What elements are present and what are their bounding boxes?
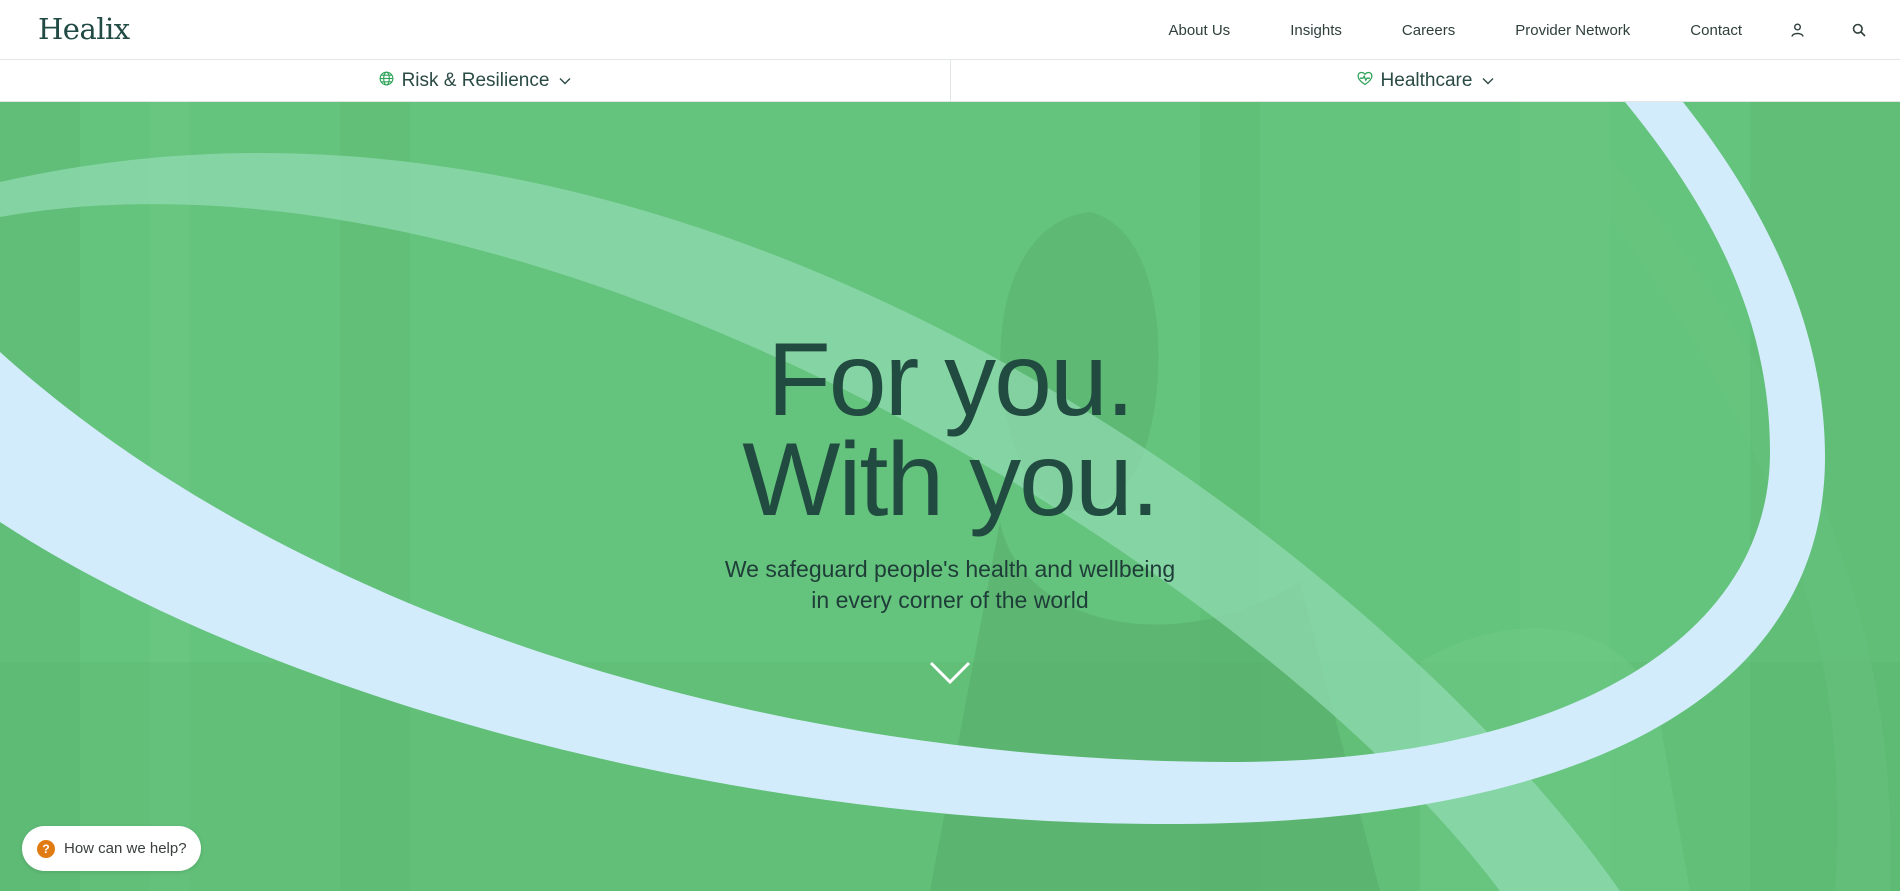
help-chat-label: How can we help? xyxy=(64,840,187,857)
search-icon[interactable] xyxy=(1852,23,1866,37)
hero-headline: For you. With you. xyxy=(0,322,1900,538)
nav-link-careers[interactable]: Careers xyxy=(1402,22,1455,39)
risk-resilience-label: Risk & Resilience xyxy=(401,69,550,91)
headline-line-2: With you. xyxy=(742,422,1159,538)
hero-subheadline: We safeguard people's health and wellbei… xyxy=(0,554,1900,616)
subheadline-line-1: We safeguard people's health and wellbei… xyxy=(724,556,1176,582)
headline-line-1: For you. xyxy=(767,322,1134,438)
risk-resilience-dropdown[interactable]: Risk & Resilience xyxy=(0,60,950,101)
help-chat-button[interactable]: ? How can we help? xyxy=(22,826,201,871)
chevron-down-icon xyxy=(1482,72,1494,90)
top-navigation-bar: Healix About Us Insights Careers Provide… xyxy=(0,0,1900,60)
scroll-down-chevron-icon[interactable] xyxy=(929,660,971,686)
healix-logo[interactable]: Healix xyxy=(38,12,130,46)
chevron-down-icon xyxy=(559,72,571,90)
hero-content: For you. With you. We safeguard people's… xyxy=(0,322,1900,616)
nav-link-insights[interactable]: Insights xyxy=(1290,22,1342,39)
nav-link-about-us[interactable]: About Us xyxy=(1168,22,1230,39)
heart-pulse-icon xyxy=(1357,71,1373,91)
healthcare-label: Healthcare xyxy=(1380,69,1473,91)
hero-banner: For you. With you. We safeguard people's… xyxy=(0,102,1900,891)
nav-link-contact[interactable]: Contact xyxy=(1690,22,1742,39)
user-icon[interactable] xyxy=(1790,23,1804,37)
healthcare-dropdown[interactable]: Healthcare xyxy=(950,60,1900,101)
main-nav: About Us Insights Careers Provider Netwo… xyxy=(1108,0,1866,60)
globe-icon xyxy=(379,71,394,91)
nav-link-provider-network[interactable]: Provider Network xyxy=(1515,22,1630,39)
subheadline-line-2: in every corner of the world xyxy=(811,587,1089,613)
sector-switcher: Risk & Resilience Healthcare xyxy=(0,60,1900,102)
question-mark-icon: ? xyxy=(37,839,55,858)
